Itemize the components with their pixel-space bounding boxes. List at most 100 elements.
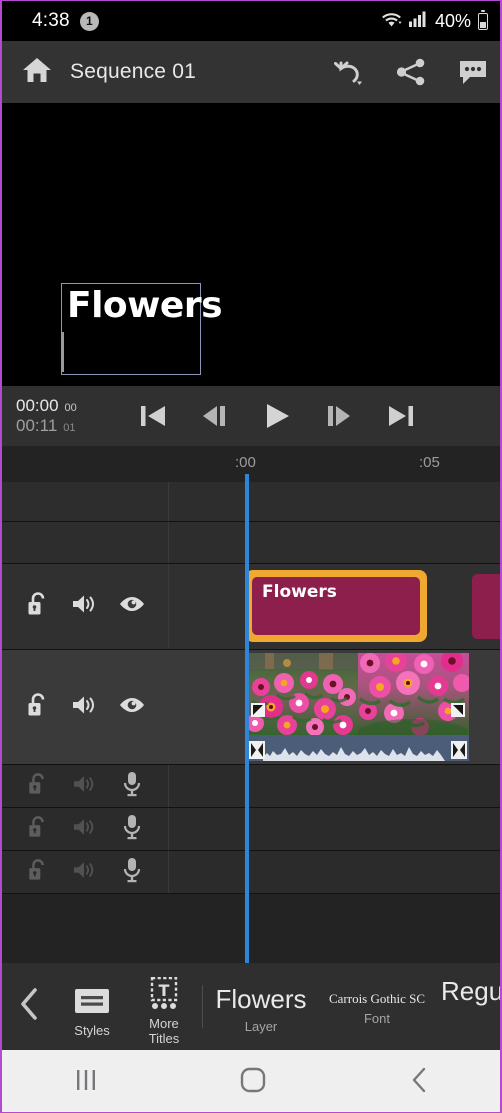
font-style-field[interactable]: Regu Fo Sty bbox=[435, 963, 500, 1050]
mute-toggle[interactable] bbox=[70, 771, 100, 801]
track-lane[interactable]: Flowers bbox=[169, 564, 500, 649]
styles-button[interactable]: Styles bbox=[58, 963, 126, 1050]
layer-value: Flowers bbox=[215, 983, 307, 1014]
record-toggle[interactable] bbox=[117, 857, 147, 887]
track-empty-2[interactable] bbox=[2, 522, 500, 564]
unlock-icon bbox=[27, 772, 49, 801]
unlock-icon bbox=[27, 858, 49, 887]
font-field[interactable]: Carrois Gothic SC Font bbox=[319, 963, 435, 1050]
mute-toggle[interactable] bbox=[70, 857, 100, 887]
lock-toggle[interactable] bbox=[23, 692, 53, 722]
track-header bbox=[2, 851, 169, 893]
status-bar-right: 40% bbox=[381, 10, 488, 32]
playhead-handle[interactable] bbox=[245, 474, 249, 482]
track-lane[interactable] bbox=[169, 851, 500, 893]
step-back-button[interactable] bbox=[194, 395, 236, 437]
total-timecode-row: 00:11 01 bbox=[16, 416, 112, 436]
mute-toggle[interactable] bbox=[70, 592, 100, 622]
track-lane[interactable] bbox=[169, 522, 500, 563]
record-toggle[interactable] bbox=[117, 814, 147, 844]
trim-in-handle[interactable] bbox=[249, 741, 265, 759]
chevron-left-icon bbox=[19, 987, 41, 1026]
mute-toggle[interactable] bbox=[70, 814, 100, 844]
mute-toggle[interactable] bbox=[70, 692, 100, 722]
more-titles-button[interactable]: T More Titles bbox=[126, 963, 202, 1050]
track-lane[interactable] bbox=[169, 765, 500, 807]
record-toggle[interactable] bbox=[117, 771, 147, 801]
title-clip-next[interactable] bbox=[472, 574, 500, 639]
clip-thumbnail bbox=[247, 653, 358, 735]
speaker-icon bbox=[72, 859, 97, 886]
video-clip-flowers[interactable] bbox=[247, 653, 469, 761]
page-title: Sequence 01 bbox=[70, 60, 196, 83]
cellular-signal-icon bbox=[408, 11, 426, 32]
transport-bar: 00:00 00 00:11 01 bbox=[2, 386, 500, 446]
track-audio-2[interactable] bbox=[2, 808, 500, 851]
track-video-title[interactable]: Flowers bbox=[2, 564, 500, 650]
timeline[interactable]: Flowers bbox=[2, 482, 500, 963]
fade-in-handle[interactable] bbox=[251, 703, 265, 717]
step-forward-button[interactable] bbox=[318, 395, 360, 437]
fade-out-handle[interactable] bbox=[451, 703, 465, 717]
skip-to-end-button[interactable] bbox=[380, 395, 422, 437]
track-empty-1[interactable] bbox=[2, 482, 500, 522]
title-selection-box[interactable]: Flowers bbox=[61, 283, 223, 375]
transport-controls bbox=[132, 395, 422, 437]
more-titles-label-line2: Titles bbox=[148, 1030, 180, 1046]
home-button[interactable] bbox=[169, 1067, 336, 1098]
undo-dropdown-button[interactable] bbox=[318, 41, 380, 103]
toolbar-back-button[interactable] bbox=[2, 963, 58, 1050]
home-icon bbox=[22, 56, 52, 89]
comments-button[interactable] bbox=[442, 41, 500, 103]
track-audio-1[interactable] bbox=[2, 765, 500, 808]
speaker-icon bbox=[71, 693, 98, 722]
track-header bbox=[2, 650, 169, 764]
track-lane[interactable] bbox=[169, 650, 500, 764]
track-lane[interactable] bbox=[169, 482, 500, 521]
status-bar-left: 4:38 1 bbox=[32, 10, 99, 32]
clip-body: Flowers bbox=[252, 577, 420, 635]
back-button[interactable] bbox=[337, 1067, 500, 1098]
lock-toggle[interactable] bbox=[23, 771, 53, 801]
share-button[interactable] bbox=[380, 41, 442, 103]
svg-text:T: T bbox=[159, 981, 170, 1000]
timeline-ruler[interactable]: :00 :05 bbox=[2, 446, 500, 482]
speaker-icon bbox=[71, 592, 98, 621]
lock-toggle[interactable] bbox=[23, 857, 53, 887]
wifi-icon bbox=[381, 10, 402, 32]
track-header[interactable] bbox=[2, 482, 169, 521]
track-header[interactable] bbox=[2, 522, 169, 563]
recents-button[interactable] bbox=[2, 1069, 169, 1096]
trim-out-handle[interactable] bbox=[451, 741, 467, 759]
timeline-empty-area[interactable] bbox=[2, 894, 500, 963]
track-header bbox=[2, 808, 169, 850]
lock-toggle[interactable] bbox=[23, 592, 53, 622]
home-button[interactable] bbox=[20, 55, 54, 89]
layer-field[interactable]: Flowers Layer bbox=[203, 963, 319, 1050]
title-clip-flowers[interactable]: Flowers bbox=[245, 570, 427, 642]
timecode-display[interactable]: 00:00 00 00:11 01 bbox=[16, 396, 112, 436]
skip-to-start-button[interactable] bbox=[132, 395, 174, 437]
current-frames: 00 bbox=[64, 402, 77, 414]
playhead[interactable] bbox=[245, 482, 249, 963]
ruler-tick-label: :00 bbox=[235, 454, 256, 471]
track-header bbox=[2, 765, 169, 807]
lock-toggle[interactable] bbox=[23, 814, 53, 844]
clip-audio-waveform bbox=[247, 735, 469, 761]
battery-icon bbox=[478, 10, 488, 30]
track-audio-3[interactable] bbox=[2, 851, 500, 894]
total-time: 00:11 bbox=[16, 416, 58, 435]
microphone-icon bbox=[122, 814, 142, 845]
visibility-toggle[interactable] bbox=[117, 592, 147, 622]
style-card-icon bbox=[74, 981, 110, 1021]
status-clock: 4:38 bbox=[32, 10, 70, 31]
track-lane[interactable] bbox=[169, 808, 500, 850]
eye-icon bbox=[118, 594, 146, 619]
more-titles-label-line1: More bbox=[149, 1015, 179, 1031]
back-chevron-icon bbox=[411, 1067, 429, 1098]
track-video-main[interactable] bbox=[2, 650, 500, 765]
visibility-toggle[interactable] bbox=[117, 692, 147, 722]
recents-icon bbox=[73, 1069, 99, 1096]
play-button[interactable] bbox=[256, 395, 298, 437]
preview-monitor[interactable]: Flowers SUBTITLE bbox=[2, 103, 500, 386]
